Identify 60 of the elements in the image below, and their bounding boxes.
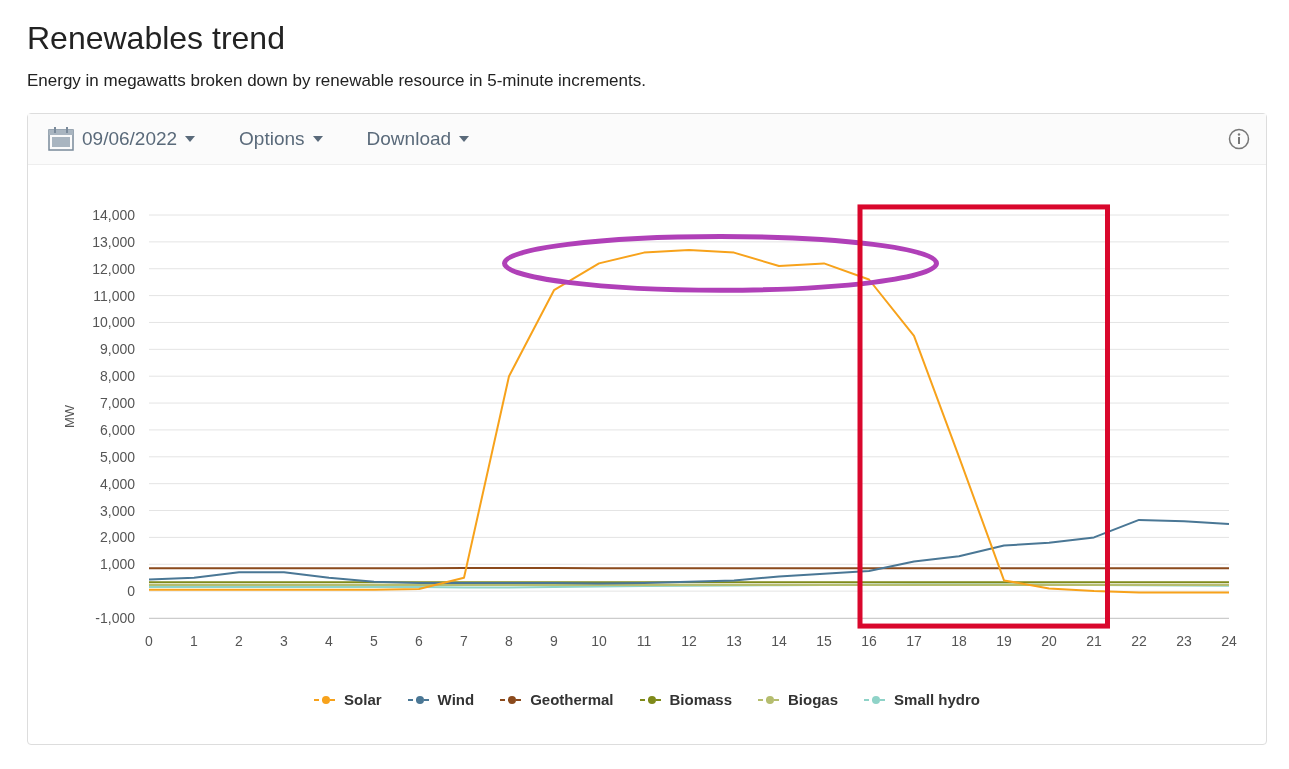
x-tick-label: 24 bbox=[1221, 633, 1237, 649]
x-tick-label: 4 bbox=[325, 633, 333, 649]
date-dropdown[interactable]: 09/06/2022 bbox=[48, 127, 196, 151]
caret-icon bbox=[459, 136, 470, 142]
y-tick-label: 9,000 bbox=[99, 341, 135, 358]
legend-label[interactable]: Biomass bbox=[669, 691, 733, 708]
legend-label[interactable]: Geothermal bbox=[530, 691, 614, 708]
page-title: Renewables trend bbox=[27, 20, 286, 57]
legend-label[interactable]: Solar bbox=[344, 691, 382, 708]
x-tick-label: 16 bbox=[861, 633, 877, 649]
x-tick-label: 5 bbox=[370, 633, 378, 649]
caret-icon bbox=[312, 136, 323, 142]
x-tick-label: 9 bbox=[550, 633, 558, 649]
x-tick-label: 17 bbox=[906, 633, 922, 649]
y-tick-label: 2,000 bbox=[99, 529, 135, 546]
y-tick-label: 13,000 bbox=[92, 233, 135, 250]
y-tick-label: 5,000 bbox=[99, 448, 135, 465]
info-icon[interactable] bbox=[1228, 128, 1250, 150]
x-tick-label: 13 bbox=[726, 633, 742, 649]
x-tick-label: 2 bbox=[235, 633, 243, 649]
y-tick-label: 0 bbox=[127, 583, 135, 600]
y-tick-label: 6,000 bbox=[99, 421, 135, 438]
x-tick-label: 22 bbox=[1131, 633, 1147, 649]
legend-label[interactable]: Biogas bbox=[788, 691, 839, 708]
x-tick-label: 11 bbox=[636, 633, 652, 649]
x-tick-label: 6 bbox=[415, 633, 423, 649]
x-tick-label: 23 bbox=[1176, 633, 1192, 649]
y-tick-label: 8,000 bbox=[99, 368, 135, 385]
y-tick-label: 14,000 bbox=[92, 207, 135, 223]
menu-dropdown[interactable]: Download bbox=[366, 128, 470, 150]
legend-marker-icon bbox=[639, 694, 664, 705]
x-tick-label: 7 bbox=[460, 633, 468, 649]
y-tick-label: 11,000 bbox=[93, 287, 135, 304]
x-tick-label: 20 bbox=[1041, 633, 1057, 649]
y-tick-label: 3,000 bbox=[99, 502, 135, 519]
caret-icon bbox=[185, 136, 196, 142]
x-tick-label: 1 bbox=[190, 633, 198, 649]
y-axis-title: MW bbox=[62, 404, 77, 429]
x-tick-label: 19 bbox=[996, 633, 1012, 649]
y-tick-label: -1,000 bbox=[95, 610, 135, 626]
legend-marker-icon bbox=[407, 694, 432, 705]
y-tick-label: 10,000 bbox=[92, 314, 135, 331]
x-tick-label: 12 bbox=[681, 633, 697, 649]
y-tick-label: 4,000 bbox=[99, 475, 135, 492]
y-tick-label: 7,000 bbox=[99, 395, 135, 412]
x-tick-label: 3 bbox=[280, 633, 288, 649]
legend-label[interactable]: Small hydro bbox=[894, 691, 980, 708]
x-tick-label: 8 bbox=[505, 633, 513, 649]
y-tick-label: 1,000 bbox=[99, 556, 135, 573]
x-tick-label: 15 bbox=[816, 633, 832, 649]
x-tick-label: 14 bbox=[771, 633, 787, 649]
legend-label[interactable]: Wind bbox=[437, 691, 475, 708]
x-tick-label: 0 bbox=[145, 633, 153, 649]
calendar-icon bbox=[48, 127, 74, 151]
x-tick-label: 10 bbox=[591, 633, 607, 649]
x-tick-label: 21 bbox=[1086, 633, 1102, 649]
menu-dropdown[interactable]: Options bbox=[239, 128, 323, 150]
x-tick-label: 18 bbox=[951, 633, 967, 649]
page-description: Energy in megawatts broken down by renewable resource in 5-minute increments. bbox=[27, 71, 647, 91]
y-tick-label: 12,000 bbox=[92, 260, 135, 277]
